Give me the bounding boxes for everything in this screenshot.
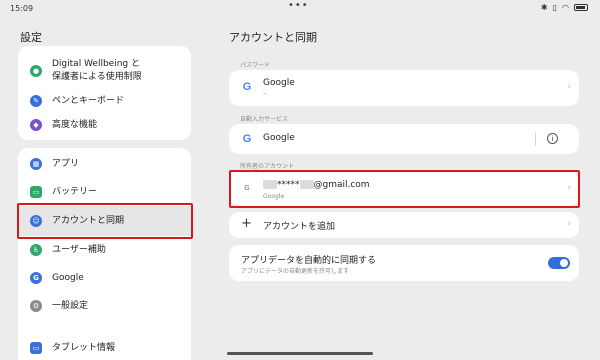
page-title: アカウントと同期 (229, 31, 317, 44)
sidebar-group-1: ● Digital Wellbeing と 保護者による使用制限 ✎ ペンとキー… (18, 46, 191, 140)
autofill-provider-name: Google (263, 133, 295, 143)
sidebar-item-label: Digital Wellbeing と (52, 59, 140, 69)
chevron-right-icon: › (567, 82, 571, 92)
highlight-owner-account (229, 170, 580, 208)
accessibility-icon: ♿ (30, 244, 42, 256)
bluetooth-icon: ✱ (540, 3, 548, 12)
add-account-label: アカウントを追加 (263, 222, 336, 232)
sidebar-item-pen-keyboard[interactable]: ✎ ペンとキーボード (18, 90, 191, 112)
auto-sync-title: アプリデータを自動的に同期する (241, 256, 377, 266)
sidebar-group-2: ▦ アプリ ▭ バッテリー ☺ アカウントと同期 ♿ ユーザー補助 G Goog… (18, 148, 191, 348)
sidebar-item-apps[interactable]: ▦ アプリ (18, 150, 191, 178)
sidebar-item-label: 一般設定 (52, 300, 89, 311)
status-time: 15:09 (10, 4, 34, 13)
password-provider-sub: – (263, 90, 266, 97)
password-provider-name: Google (263, 78, 295, 88)
sidebar-item-label: 保護者による使用制限 (52, 72, 142, 82)
pen-icon: ✎ (30, 95, 42, 107)
multiwindow-dots[interactable]: ••• (288, 0, 309, 11)
divider (535, 132, 536, 146)
sidebar-item-label: Google (52, 272, 84, 283)
add-account-row[interactable]: + アカウントを追加 › (229, 212, 579, 238)
password-section-label: パスワード (240, 62, 271, 69)
status-bar: 15:09 ••• ✱ ▯ ◠ (0, 0, 600, 18)
sidebar-item-label: 高度な機能 (52, 119, 98, 130)
highlight-account-sync (17, 203, 193, 239)
owner-section-label: 所有者のアカウント (240, 163, 295, 170)
sidebar-item-label: ペンとキーボード (52, 95, 125, 106)
wifi-icon: ◠ (562, 3, 569, 12)
sidebar-item-google[interactable]: G Google (18, 264, 191, 292)
battery-icon: ▭ (30, 186, 42, 198)
autofill-section-label: 自動入力サービス (240, 116, 289, 123)
sidebar-item-label: アプリ (52, 158, 80, 169)
sidebar-item-label: バッテリー (52, 186, 98, 197)
sidebar-title: 設定 (20, 31, 42, 44)
toggle-knob (560, 259, 568, 267)
google-logo-icon: G (242, 133, 252, 145)
sidebar-item-digital-wellbeing[interactable]: ● Digital Wellbeing と 保護者による使用制限 (18, 54, 191, 88)
apps-icon: ▦ (30, 158, 42, 170)
vibrate-icon: ▯ (552, 3, 558, 12)
google-logo-icon: G (242, 81, 252, 93)
plus-icon: + (241, 216, 252, 231)
sidebar-item-battery[interactable]: ▭ バッテリー (18, 178, 191, 206)
autofill-provider-row[interactable]: G Google i (229, 124, 579, 154)
google-icon: G (30, 272, 42, 284)
settings-sidebar: 設定 ● Digital Wellbeing と 保護者による使用制限 ✎ ペン… (0, 18, 208, 360)
sidebar-item-advanced-features[interactable]: ◆ 高度な機能 (18, 114, 191, 136)
advanced-features-icon: ◆ (30, 119, 42, 131)
auto-sync-sub: アプリにデータの自動更新を許可します (241, 268, 350, 275)
tablet-info-icon: ▭ (30, 342, 42, 354)
sidebar-item-accessibility[interactable]: ♿ ユーザー補助 (18, 236, 191, 264)
sidebar-item-general-settings[interactable]: ⚙ 一般設定 (18, 292, 191, 320)
wellbeing-icon: ● (30, 65, 42, 77)
gesture-nav-bar[interactable] (227, 352, 373, 355)
sidebar-item-label: タブレット情報 (52, 342, 116, 353)
battery-status-icon (574, 4, 588, 11)
chevron-right-icon: › (567, 219, 571, 229)
system-icons: ✱ ▯ ◠ (541, 3, 588, 12)
auto-sync-toggle[interactable] (548, 257, 570, 269)
auto-sync-row[interactable]: アプリデータを自動的に同期する アプリにデータの自動更新を許可します (229, 245, 579, 281)
sidebar-group-3: ▭ タブレット情報 (18, 332, 191, 360)
info-icon[interactable]: i (547, 133, 558, 144)
sidebar-item-label: ユーザー補助 (52, 244, 106, 255)
password-provider-row[interactable]: G Google – › (229, 70, 579, 106)
sidebar-item-tablet-info[interactable]: ▭ タブレット情報 (18, 336, 191, 360)
general-settings-icon: ⚙ (30, 300, 42, 312)
